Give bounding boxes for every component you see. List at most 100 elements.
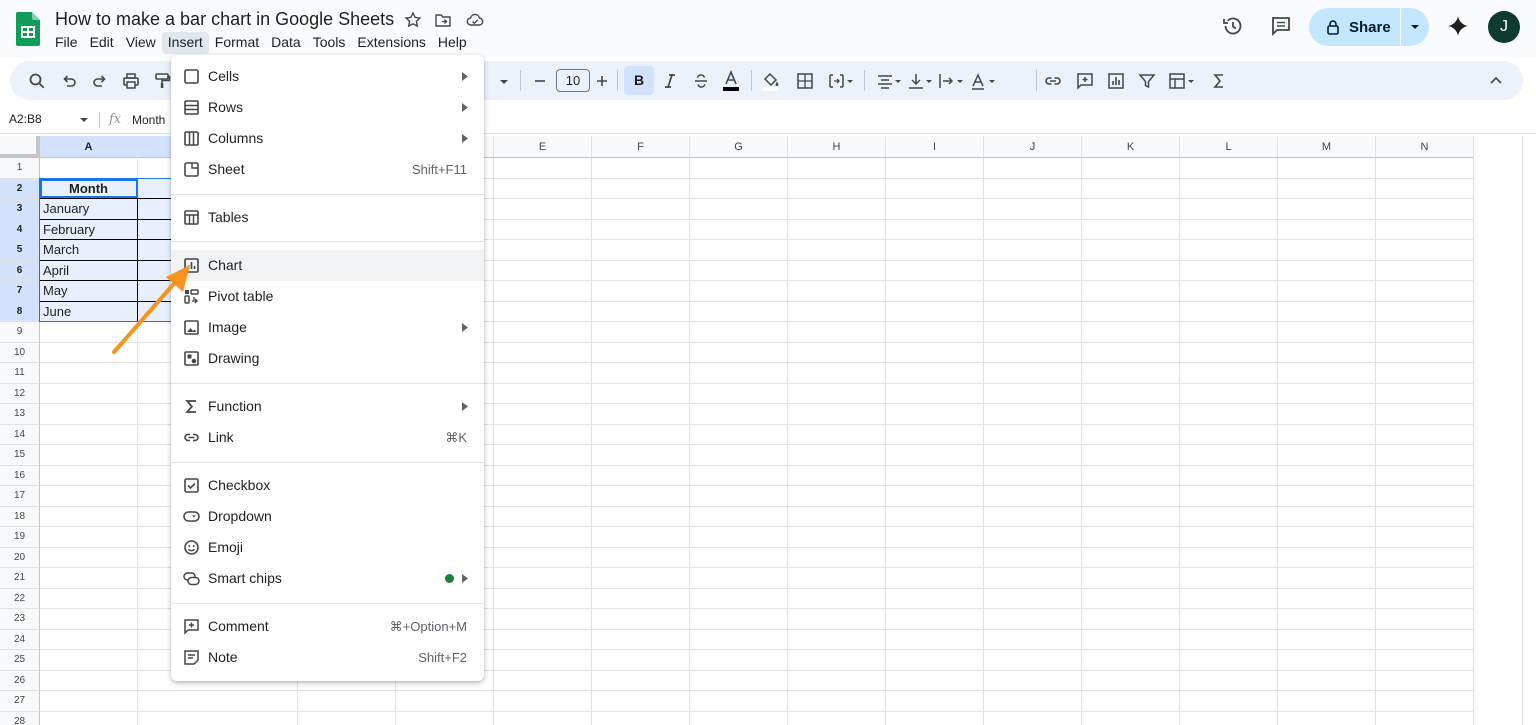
- column-header-j[interactable]: J: [984, 136, 1082, 158]
- cell-m21[interactable]: [1278, 568, 1376, 589]
- cell-a8[interactable]: June: [40, 301, 138, 322]
- cell-k12[interactable]: [1082, 383, 1180, 404]
- cell-n25[interactable]: [1376, 650, 1474, 671]
- cell-c27[interactable]: [298, 691, 396, 712]
- cell-l4[interactable]: [1180, 219, 1278, 240]
- cell-k7[interactable]: [1082, 281, 1180, 302]
- cell-h7[interactable]: [788, 281, 886, 302]
- menu-insert[interactable]: Insert: [161, 32, 209, 54]
- cell-l15[interactable]: [1180, 445, 1278, 466]
- search-icon[interactable]: [28, 72, 46, 90]
- cell-a28[interactable]: [40, 711, 138, 725]
- cell-j28[interactable]: [984, 711, 1082, 725]
- cell-e14[interactable]: [494, 424, 592, 445]
- cell-l22[interactable]: [1180, 588, 1278, 609]
- row-header-3[interactable]: 3: [0, 199, 40, 220]
- cell-f10[interactable]: [592, 342, 690, 363]
- cell-a12[interactable]: [40, 383, 138, 404]
- cell-n11[interactable]: [1376, 363, 1474, 384]
- cell-g20[interactable]: [690, 547, 788, 568]
- cell-i4[interactable]: [886, 219, 984, 240]
- row-header-28[interactable]: 28: [0, 711, 40, 725]
- cell-k20[interactable]: [1082, 547, 1180, 568]
- cell-i28[interactable]: [886, 711, 984, 725]
- cell-a16[interactable]: [40, 465, 138, 486]
- cell-h22[interactable]: [788, 588, 886, 609]
- cell-a25[interactable]: [40, 650, 138, 671]
- cell-f23[interactable]: [592, 609, 690, 630]
- cell-n28[interactable]: [1376, 711, 1474, 725]
- cell-k11[interactable]: [1082, 363, 1180, 384]
- cell-m5[interactable]: [1278, 240, 1376, 261]
- cell-k14[interactable]: [1082, 424, 1180, 445]
- cell-j19[interactable]: [984, 527, 1082, 548]
- cell-j27[interactable]: [984, 691, 1082, 712]
- cell-a19[interactable]: [40, 527, 138, 548]
- cell-l10[interactable]: [1180, 342, 1278, 363]
- cell-i3[interactable]: [886, 199, 984, 220]
- cell-e4[interactable]: [494, 219, 592, 240]
- row-header-19[interactable]: 19: [0, 527, 40, 548]
- row-header-20[interactable]: 20: [0, 547, 40, 568]
- cell-n16[interactable]: [1376, 465, 1474, 486]
- cell-l5[interactable]: [1180, 240, 1278, 261]
- cell-g21[interactable]: [690, 568, 788, 589]
- cell-k23[interactable]: [1082, 609, 1180, 630]
- text-wrap-icon[interactable]: [938, 72, 964, 90]
- decrease-font-icon[interactable]: [531, 72, 549, 90]
- cell-h1[interactable]: [788, 158, 886, 179]
- cell-a27[interactable]: [40, 691, 138, 712]
- cell-g8[interactable]: [690, 301, 788, 322]
- menu-format[interactable]: Format: [209, 32, 265, 54]
- cell-j18[interactable]: [984, 506, 1082, 527]
- cell-i11[interactable]: [886, 363, 984, 384]
- cell-k6[interactable]: [1082, 260, 1180, 281]
- menu-file[interactable]: File: [49, 32, 84, 54]
- formula-input[interactable]: Month: [132, 113, 165, 127]
- cell-m9[interactable]: [1278, 322, 1376, 343]
- cell-e24[interactable]: [494, 629, 592, 650]
- cell-m23[interactable]: [1278, 609, 1376, 630]
- share-button[interactable]: Share: [1309, 8, 1399, 46]
- move-to-folder-icon[interactable]: [434, 11, 452, 29]
- row-header-4[interactable]: 4: [0, 219, 40, 240]
- cell-h15[interactable]: [788, 445, 886, 466]
- cell-g28[interactable]: [690, 711, 788, 725]
- cell-j17[interactable]: [984, 486, 1082, 507]
- cell-a6[interactable]: April: [40, 260, 138, 281]
- cell-l11[interactable]: [1180, 363, 1278, 384]
- cell-l8[interactable]: [1180, 301, 1278, 322]
- cell-k10[interactable]: [1082, 342, 1180, 363]
- cell-g4[interactable]: [690, 219, 788, 240]
- row-header-14[interactable]: 14: [0, 424, 40, 445]
- cell-f25[interactable]: [592, 650, 690, 671]
- row-header-17[interactable]: 17: [0, 486, 40, 507]
- menu-item-smart-chips[interactable]: Smart chips: [171, 563, 484, 594]
- name-box-dropdown-icon[interactable]: [79, 116, 89, 124]
- cell-n1[interactable]: [1376, 158, 1474, 179]
- merge-cells-icon[interactable]: [828, 72, 854, 90]
- cell-e7[interactable]: [494, 281, 592, 302]
- cell-h8[interactable]: [788, 301, 886, 322]
- cell-a24[interactable]: [40, 629, 138, 650]
- cell-a11[interactable]: [40, 363, 138, 384]
- cell-e12[interactable]: [494, 383, 592, 404]
- row-header-24[interactable]: 24: [0, 629, 40, 650]
- cell-h2[interactable]: [788, 178, 886, 199]
- cell-c28[interactable]: [298, 711, 396, 725]
- cell-e16[interactable]: [494, 465, 592, 486]
- cell-n20[interactable]: [1376, 547, 1474, 568]
- cell-f15[interactable]: [592, 445, 690, 466]
- cell-m13[interactable]: [1278, 404, 1376, 425]
- cell-n12[interactable]: [1376, 383, 1474, 404]
- cell-g22[interactable]: [690, 588, 788, 609]
- cell-f26[interactable]: [592, 670, 690, 691]
- cell-m16[interactable]: [1278, 465, 1376, 486]
- menu-data[interactable]: Data: [265, 32, 307, 54]
- cell-f11[interactable]: [592, 363, 690, 384]
- menu-item-pivot-table[interactable]: Pivot table: [171, 281, 484, 312]
- cell-f9[interactable]: [592, 322, 690, 343]
- column-header-n[interactable]: N: [1376, 136, 1474, 158]
- menu-item-tables[interactable]: Tables: [171, 202, 484, 233]
- borders-icon[interactable]: [796, 72, 814, 90]
